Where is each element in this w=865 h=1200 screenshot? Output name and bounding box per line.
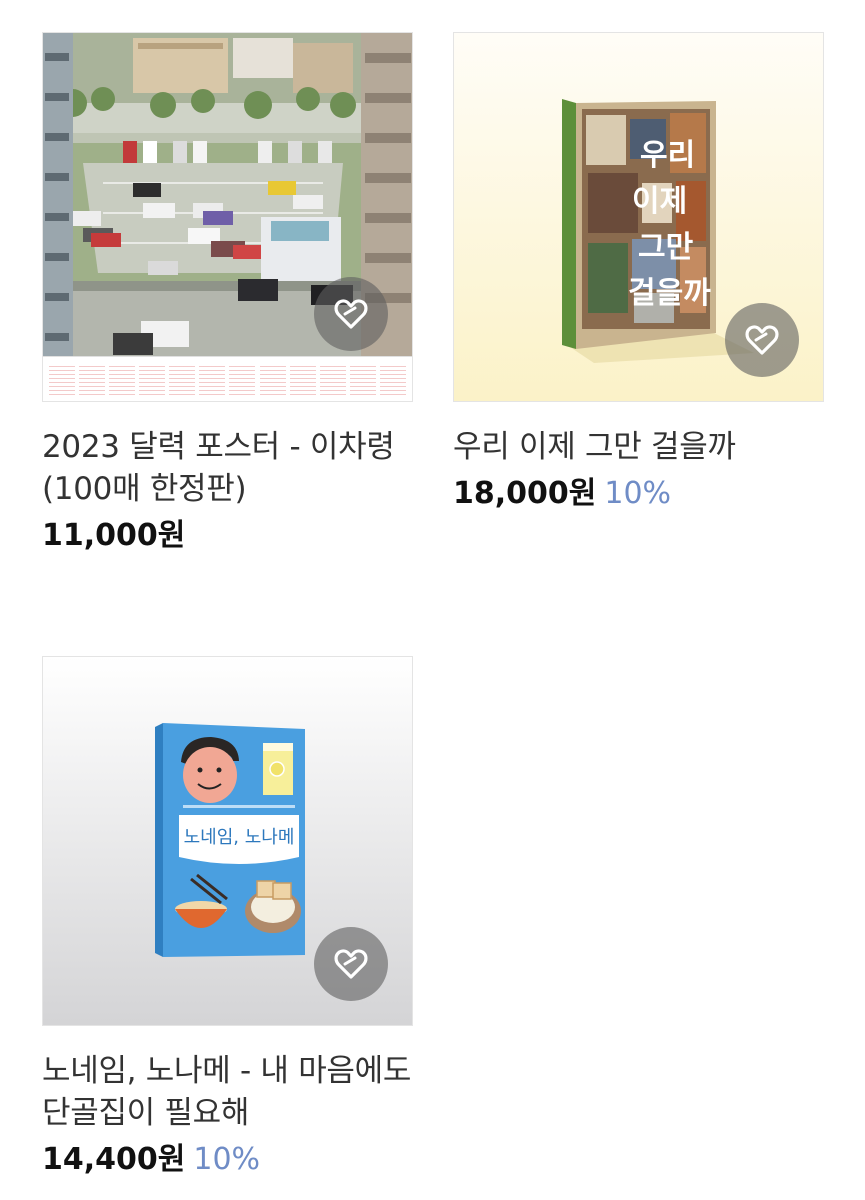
price-row: 11,000원 [42, 516, 413, 556]
product-card[interactable]: 우리 이제 그만 걸을까 우리 이제 그만 걸을까 18,000원 10% [453, 32, 824, 514]
product-price: 14,400원 [42, 1142, 186, 1177]
discount-rate: 10% [193, 1142, 261, 1177]
product-card[interactable]: 노네임, 노나메 노네임, 노나메 - 내 마음에도 단골집이 필요해 14,4… [42, 656, 413, 1180]
product-title[interactable]: 우리 이제 그만 걸을까 [453, 426, 824, 468]
product-grid: 2023 달력 포스터 - 이차령 (100매 한정판) 11,000원 우리 … [0, 0, 865, 1200]
book-cover-title: 노네임, 노나메 [184, 827, 295, 848]
heart-icon [334, 949, 368, 979]
product-card[interactable]: 2023 달력 포스터 - 이차령 (100매 한정판) 11,000원 [42, 32, 413, 556]
product-title[interactable]: 노네임, 노나메 - 내 마음에도 단골집이 필요해 [42, 1050, 413, 1134]
price-row: 18,000원 10% [453, 474, 824, 514]
price-row: 14,400원 10% [42, 1140, 413, 1180]
product-thumbnail[interactable] [42, 32, 413, 402]
heart-icon [334, 299, 368, 329]
like-button[interactable] [314, 927, 388, 1001]
calendar-strip [43, 356, 412, 401]
discount-rate: 10% [604, 476, 672, 511]
like-button[interactable] [314, 277, 388, 351]
heart-icon [745, 325, 779, 355]
product-title[interactable]: 2023 달력 포스터 - 이차령 (100매 한정판) [42, 426, 413, 510]
like-button[interactable] [725, 303, 799, 377]
product-thumbnail[interactable]: 우리 이제 그만 걸을까 [453, 32, 824, 402]
product-thumbnail[interactable]: 노네임, 노나메 [42, 656, 413, 1026]
product-price: 11,000원 [42, 518, 186, 553]
product-price: 18,000원 [453, 476, 597, 511]
